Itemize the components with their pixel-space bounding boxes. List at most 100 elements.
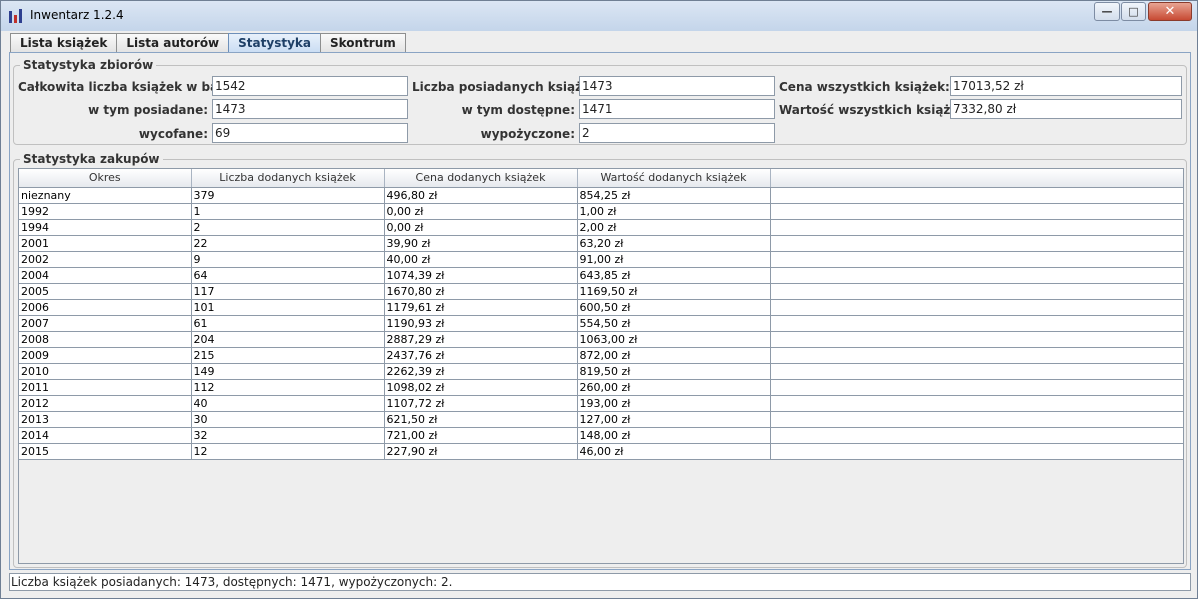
cell-price[interactable]: 621,50 zł — [384, 411, 578, 428]
table-row[interactable]: 2013 30 621,50 zł 127,00 zł — [19, 411, 1183, 428]
cell-count[interactable]: 204 — [191, 331, 385, 348]
close-button[interactable]: ✕ — [1148, 2, 1192, 21]
tab-book-list[interactable]: Lista książek — [10, 33, 118, 53]
cell-worth[interactable]: 819,50 zł — [577, 363, 771, 380]
cell-period[interactable]: 2011 — [19, 379, 192, 396]
table-row[interactable]: 2001 22 39,90 zł 63,20 zł — [19, 235, 1183, 252]
cell-worth[interactable]: 854,25 zł — [577, 187, 771, 204]
maximize-button[interactable]: □ — [1121, 2, 1146, 21]
cell-price[interactable]: 1098,02 zł — [384, 379, 578, 396]
cell-period[interactable]: 2002 — [19, 251, 192, 268]
cell-worth[interactable]: 260,00 zł — [577, 379, 771, 396]
cell-count[interactable]: 64 — [191, 267, 385, 284]
cell-count[interactable]: 9 — [191, 251, 385, 268]
cell-price[interactable]: 1670,80 zł — [384, 283, 578, 300]
table-row[interactable]: nieznany 379 496,80 zł 854,25 zł — [19, 187, 1183, 204]
total-price-field[interactable]: 17013,52 zł — [950, 76, 1182, 96]
available-field[interactable]: 1471 — [579, 99, 775, 119]
purchase-stats-table[interactable]: Okres Liczba dodanych książek Cena dodan… — [18, 168, 1184, 564]
cell-period[interactable]: 2015 — [19, 443, 192, 460]
cell-count[interactable]: 40 — [191, 395, 385, 412]
total-books-field[interactable]: 1542 — [212, 76, 408, 96]
cell-price[interactable]: 227,90 zł — [384, 443, 578, 460]
cell-worth[interactable]: 2,00 zł — [577, 219, 771, 236]
cell-worth[interactable]: 193,00 zł — [577, 395, 771, 412]
column-header-worth[interactable]: Wartość dodanych książek — [577, 169, 771, 188]
cell-count[interactable]: 215 — [191, 347, 385, 364]
cell-worth[interactable]: 1,00 zł — [577, 203, 771, 220]
total-worth-field[interactable]: 7332,80 zł — [950, 99, 1182, 119]
cell-price[interactable]: 1179,61 zł — [384, 299, 578, 316]
table-row[interactable]: 2012 40 1107,72 zł 193,00 zł — [19, 395, 1183, 412]
table-row[interactable]: 2010 149 2262,39 zł 819,50 zł — [19, 363, 1183, 380]
withdrawn-field[interactable]: 69 — [212, 123, 408, 143]
cell-count[interactable]: 61 — [191, 315, 385, 332]
cell-period[interactable]: 2001 — [19, 235, 192, 252]
cell-price[interactable]: 2262,39 zł — [384, 363, 578, 380]
cell-price[interactable]: 496,80 zł — [384, 187, 578, 204]
cell-period[interactable]: 2012 — [19, 395, 192, 412]
cell-count[interactable]: 22 — [191, 235, 385, 252]
cell-count[interactable]: 2 — [191, 219, 385, 236]
table-row[interactable]: 1994 2 0,00 zł 2,00 zł — [19, 219, 1183, 236]
cell-worth[interactable]: 872,00 zł — [577, 347, 771, 364]
cell-count[interactable]: 379 — [191, 187, 385, 204]
title-bar[interactable]: Inwentarz 1.2.4 — □ ✕ — [1, 1, 1197, 31]
cell-count[interactable]: 112 — [191, 379, 385, 396]
cell-count[interactable]: 32 — [191, 427, 385, 444]
owned-field[interactable]: 1473 — [212, 99, 408, 119]
table-row[interactable]: 1992 1 0,00 zł 1,00 zł — [19, 203, 1183, 220]
table-row[interactable]: 2015 12 227,90 zł 46,00 zł — [19, 443, 1183, 460]
cell-worth[interactable]: 1169,50 zł — [577, 283, 771, 300]
cell-period[interactable]: 2009 — [19, 347, 192, 364]
owned-count-field[interactable]: 1473 — [579, 76, 775, 96]
table-row[interactable]: 2004 64 1074,39 zł 643,85 zł — [19, 267, 1183, 284]
table-row[interactable]: 2011 112 1098,02 zł 260,00 zł — [19, 379, 1183, 396]
cell-count[interactable]: 149 — [191, 363, 385, 380]
table-row[interactable]: 2006 101 1179,61 zł 600,50 zł — [19, 299, 1183, 316]
table-row[interactable]: 2005 117 1670,80 zł 1169,50 zł — [19, 283, 1183, 300]
minimize-button[interactable]: — — [1094, 2, 1120, 21]
table-row[interactable]: 2008 204 2887,29 zł 1063,00 zł — [19, 331, 1183, 348]
column-header-period[interactable]: Okres — [19, 169, 192, 188]
cell-period[interactable]: 1994 — [19, 219, 192, 236]
cell-period[interactable]: 2006 — [19, 299, 192, 316]
table-row[interactable]: 2014 32 721,00 zł 148,00 zł — [19, 427, 1183, 444]
cell-worth[interactable]: 91,00 zł — [577, 251, 771, 268]
borrowed-field[interactable]: 2 — [579, 123, 775, 143]
table-row[interactable]: 2009 215 2437,76 zł 872,00 zł — [19, 347, 1183, 364]
cell-worth[interactable]: 127,00 zł — [577, 411, 771, 428]
cell-worth[interactable]: 63,20 zł — [577, 235, 771, 252]
column-header-count[interactable]: Liczba dodanych książek — [191, 169, 385, 188]
cell-period[interactable]: 1992 — [19, 203, 192, 220]
cell-worth[interactable]: 148,00 zł — [577, 427, 771, 444]
cell-worth[interactable]: 554,50 zł — [577, 315, 771, 332]
cell-worth[interactable]: 46,00 zł — [577, 443, 771, 460]
cell-price[interactable]: 2887,29 zł — [384, 331, 578, 348]
cell-worth[interactable]: 643,85 zł — [577, 267, 771, 284]
cell-worth[interactable]: 600,50 zł — [577, 299, 771, 316]
cell-count[interactable]: 30 — [191, 411, 385, 428]
cell-count[interactable]: 12 — [191, 443, 385, 460]
cell-price[interactable]: 0,00 zł — [384, 219, 578, 236]
cell-count[interactable]: 101 — [191, 299, 385, 316]
cell-price[interactable]: 0,00 zł — [384, 203, 578, 220]
cell-period[interactable]: 2010 — [19, 363, 192, 380]
cell-count[interactable]: 117 — [191, 283, 385, 300]
cell-period[interactable]: 2005 — [19, 283, 192, 300]
cell-price[interactable]: 2437,76 zł — [384, 347, 578, 364]
table-row[interactable]: 2002 9 40,00 zł 91,00 zł — [19, 251, 1183, 268]
cell-count[interactable]: 1 — [191, 203, 385, 220]
cell-price[interactable]: 1107,72 zł — [384, 395, 578, 412]
cell-period[interactable]: nieznany — [19, 187, 192, 204]
cell-period[interactable]: 2004 — [19, 267, 192, 284]
cell-price[interactable]: 1190,93 zł — [384, 315, 578, 332]
tab-author-list[interactable]: Lista autorów — [116, 33, 230, 53]
column-header-price[interactable]: Cena dodanych książek — [384, 169, 578, 188]
cell-period[interactable]: 2008 — [19, 331, 192, 348]
cell-worth[interactable]: 1063,00 zł — [577, 331, 771, 348]
cell-price[interactable]: 39,90 zł — [384, 235, 578, 252]
tab-statistics[interactable]: Statystyka — [228, 33, 321, 53]
cell-period[interactable]: 2013 — [19, 411, 192, 428]
cell-price[interactable]: 721,00 zł — [384, 427, 578, 444]
